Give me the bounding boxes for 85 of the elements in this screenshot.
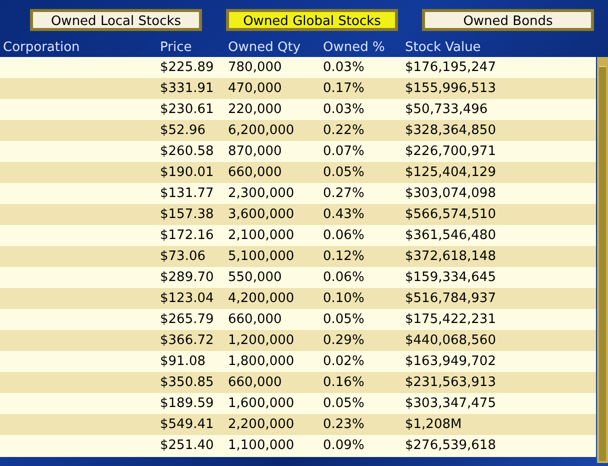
table-cell-text: $189.59 [159, 394, 215, 413]
table-cell-text: 660,000 [227, 374, 283, 392]
table-cell-text: $549.41 [159, 416, 215, 434]
table-cell-text: 1,100,000 [227, 436, 296, 455]
table-cell-text: 0.10% [322, 290, 366, 308]
table-cell-text: 0.06% [322, 268, 366, 287]
table-cell-text: 0.43% [322, 206, 366, 224]
table-cell-text: $265.79 [159, 310, 215, 329]
table-cell-text: 2,100,000 [227, 226, 296, 245]
table-cell-text: $276,539,618 [404, 436, 497, 455]
table-cell-text: $366.72 [159, 332, 215, 350]
table-cell-text: $372,618,148 [404, 248, 497, 266]
table-cell-text: $230.61 [159, 100, 215, 119]
table-cell-text: $50,733,496 [404, 100, 489, 119]
table-cell-text: 470,000 [227, 80, 283, 98]
table-cell-text: 2,300,000 [227, 184, 296, 203]
tab[interactable]: Owned Local Stocks [30, 9, 202, 31]
scrollbar[interactable] [597, 57, 608, 463]
table-cell-text: $226,700,971 [404, 142, 497, 161]
table-cell-text: $516,784,937 [404, 290, 497, 308]
column-header: Owned % [322, 38, 386, 57]
table-cell-text: 0.16% [322, 374, 366, 392]
table-cell-text: 3,600,000 [227, 206, 296, 224]
table-cell-text: $328,364,850 [404, 122, 497, 140]
table-cell-text: $303,347,475 [404, 394, 497, 413]
table-cell-text: $225.89 [159, 58, 215, 77]
table-cell-text: 0.17% [322, 80, 366, 98]
table-cell-text: 660,000 [227, 310, 283, 329]
table-cell-text: 0.03% [322, 100, 366, 119]
table-cell-text: 0.29% [322, 332, 366, 350]
table-cell-text: 0.05% [322, 310, 366, 329]
table-cell-text: $260.58 [159, 142, 215, 161]
table-cell-text: $131.77 [159, 184, 215, 203]
table-cell-text: $361,546,480 [404, 226, 497, 245]
table-cell-text: 550,000 [227, 268, 283, 287]
table-cell-text: 1,200,000 [227, 332, 296, 350]
table-cell-text: $52.96 [159, 122, 206, 140]
table-cell-text: 780,000 [227, 58, 283, 77]
table-cell-text: $190.01 [159, 164, 215, 182]
table-cell-text: $172.16 [159, 226, 215, 245]
table-cell-text: 0.02% [322, 352, 366, 371]
table-cell-text: $289.70 [159, 268, 215, 287]
table-cell-text: 0.09% [322, 436, 366, 455]
table-cell-text: $331.91 [159, 80, 215, 98]
table-cell-text: $123.04 [159, 290, 215, 308]
table-cell-text: $159,334,645 [404, 268, 497, 287]
table-cell-text: 870,000 [227, 142, 283, 161]
column-header: Corporation [2, 38, 81, 57]
table-cell-text: $231,563,913 [404, 374, 497, 392]
table-cell-text: 0.05% [322, 164, 366, 182]
table-cell-text: 5,100,000 [227, 248, 296, 266]
table-cell-text: $251.40 [159, 436, 215, 455]
table-cell-text: $440,068,560 [404, 332, 497, 350]
table-cell-text: 6,200,000 [227, 122, 296, 140]
table-cell-text: 220,000 [227, 100, 283, 119]
tab[interactable]: Owned Global Stocks [226, 9, 398, 31]
table-cell-text: $350.85 [159, 374, 215, 392]
column-header: Owned Qty [227, 38, 302, 57]
table-cell-text: 0.07% [322, 142, 366, 161]
table-cell-text: 2,200,000 [227, 416, 296, 434]
column-header: Stock Value [404, 38, 482, 57]
table-cell-text: 0.27% [322, 184, 366, 203]
table-cell-text: $303,074,098 [404, 184, 497, 203]
table-cell-text: $157.38 [159, 206, 215, 224]
table-cell-text: $155,996,513 [404, 80, 497, 98]
table-cell-text: 0.12% [322, 248, 366, 266]
tab[interactable]: Owned Bonds [422, 9, 594, 31]
table-cell-text: 1,600,000 [227, 394, 296, 413]
table-cell-text: 0.05% [322, 394, 366, 413]
table-cell-text: $175,422,231 [404, 310, 497, 329]
table-cell-text: 0.22% [322, 122, 366, 140]
table-cell-text: $566,574,510 [404, 206, 497, 224]
table-cell-text: $73.06 [159, 248, 206, 266]
table-cell-text: 660,000 [227, 164, 283, 182]
column-header: Price [159, 38, 193, 57]
table-cell-text: 4,200,000 [227, 290, 296, 308]
table-cell-text: 1,800,000 [227, 352, 296, 371]
table-cell-text: $91.08 [159, 352, 206, 371]
table-cell-text: $125,404,129 [404, 164, 497, 182]
table-cell-text: $1,208M [404, 416, 463, 434]
table-cell-text: $176,195,247 [404, 58, 497, 77]
table-cell-text: 0.06% [322, 226, 366, 245]
table-cell-text: 0.03% [322, 58, 366, 77]
table-cell-text: 0.23% [322, 416, 366, 434]
table-cell-text: $163,949,702 [404, 352, 497, 371]
